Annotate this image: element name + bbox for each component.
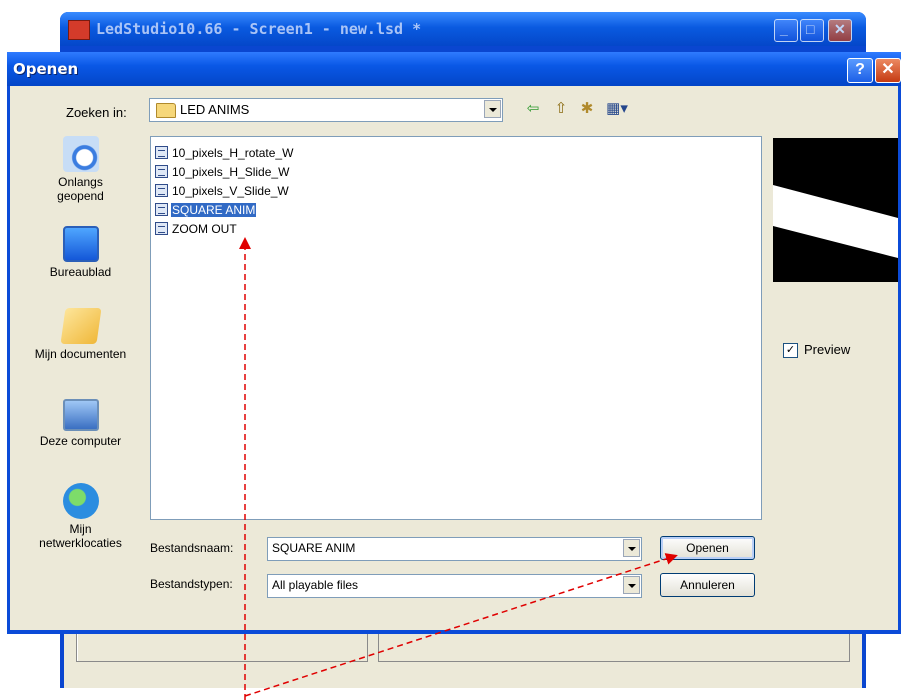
folder-icon bbox=[156, 103, 176, 118]
preview-checkbox[interactable]: ✓ bbox=[783, 343, 798, 358]
parent-window-title: LedStudio10.66 - Screen1 - new.lsd * bbox=[96, 20, 422, 38]
dialog-titlebar: Openen ? ✕ bbox=[7, 52, 901, 86]
dialog-body: Zoeken in: LED ANIMS ⇦ ⇧ ✱ ▦▾ Onlangs ge… bbox=[10, 86, 898, 630]
parent-panel-right bbox=[378, 630, 850, 662]
maximize-icon: □ bbox=[806, 21, 815, 37]
file-name: 10_pixels_H_Slide_W bbox=[172, 164, 290, 179]
filetype-dropdown[interactable]: All playable files bbox=[267, 574, 642, 598]
animation-file-icon bbox=[155, 184, 168, 197]
places-label: geopend bbox=[57, 189, 104, 203]
places-label: Mijn documenten bbox=[34, 347, 127, 361]
places-recent[interactable]: Onlangs geopend bbox=[18, 136, 143, 203]
filetype-label: Bestandstypen: bbox=[150, 577, 233, 591]
file-item-selected[interactable]: SQUARE ANIM bbox=[155, 201, 258, 218]
file-list[interactable]: 10_pixels_H_rotate_W 10_pixels_H_Slide_W… bbox=[150, 136, 762, 520]
places-my-documents[interactable]: Mijn documenten bbox=[18, 308, 143, 361]
parent-panel-left bbox=[76, 630, 368, 662]
network-places-icon bbox=[62, 483, 99, 519]
desktop-icon bbox=[62, 226, 99, 262]
preview-image bbox=[773, 185, 898, 258]
chevron-down-icon[interactable] bbox=[623, 576, 640, 594]
file-name: ZOOM OUT bbox=[172, 221, 237, 236]
close-icon: ✕ bbox=[881, 61, 895, 78]
preview-label: Preview bbox=[804, 342, 851, 357]
animation-file-icon bbox=[155, 146, 168, 159]
places-desktop[interactable]: Bureaublad bbox=[18, 226, 143, 279]
animation-file-icon bbox=[155, 222, 168, 235]
file-item[interactable]: 10_pixels_V_Slide_W bbox=[155, 182, 292, 199]
file-item[interactable]: ZOOM OUT bbox=[155, 220, 240, 237]
places-my-computer[interactable]: Deze computer bbox=[18, 399, 143, 448]
places-label: Onlangs bbox=[58, 175, 103, 189]
minimize-button[interactable]: _ bbox=[774, 19, 798, 42]
app-icon bbox=[68, 20, 90, 40]
file-item[interactable]: 10_pixels_H_rotate_W bbox=[155, 144, 296, 161]
lookin-label: Zoeken in: bbox=[66, 105, 127, 120]
places-label: netwerklocaties bbox=[39, 536, 122, 550]
animation-file-icon bbox=[155, 203, 168, 216]
my-documents-icon bbox=[59, 308, 102, 344]
places-network[interactable]: Mijn netwerklocaties bbox=[18, 483, 143, 550]
back-arrow-icon[interactable]: ⇦ bbox=[523, 99, 543, 119]
maximize-button[interactable]: □ bbox=[800, 19, 824, 42]
minimize-icon: _ bbox=[780, 21, 788, 37]
animation-file-icon bbox=[155, 165, 168, 178]
file-item[interactable]: 10_pixels_H_Slide_W bbox=[155, 163, 292, 180]
dialog-title: Openen bbox=[13, 60, 79, 78]
filename-input[interactable]: SQUARE ANIM bbox=[267, 537, 642, 561]
help-button[interactable]: ? bbox=[847, 58, 873, 83]
view-menu-icon[interactable]: ▦▾ bbox=[603, 99, 631, 119]
recent-documents-icon bbox=[62, 136, 99, 172]
filetype-value: All playable files bbox=[272, 578, 359, 592]
file-name: 10_pixels_H_rotate_W bbox=[172, 145, 294, 160]
chevron-down-icon[interactable] bbox=[484, 100, 501, 118]
file-name: 10_pixels_V_Slide_W bbox=[172, 183, 289, 198]
places-label: Deze computer bbox=[39, 434, 122, 448]
chevron-down-icon[interactable] bbox=[623, 539, 640, 557]
filename-label: Bestandsnaam: bbox=[150, 541, 234, 555]
parent-close-button[interactable]: ✕ bbox=[828, 19, 852, 42]
new-folder-icon[interactable]: ✱ bbox=[577, 99, 597, 119]
open-file-dialog: Openen ? ✕ Zoeken in: LED ANIMS ⇦ ⇧ ✱ ▦▾… bbox=[7, 52, 901, 634]
preview-pane bbox=[773, 138, 898, 282]
up-folder-icon[interactable]: ⇧ bbox=[551, 99, 571, 119]
my-computer-icon bbox=[62, 399, 99, 431]
preview-stripe bbox=[773, 185, 898, 258]
places-label: Mijn bbox=[69, 522, 92, 536]
close-icon: ✕ bbox=[834, 21, 846, 37]
filename-value: SQUARE ANIM bbox=[272, 541, 356, 555]
parent-titlebar: LedStudio10.66 - Screen1 - new.lsd * _ □… bbox=[60, 12, 866, 46]
cancel-button[interactable]: Annuleren bbox=[660, 573, 755, 597]
lookin-dropdown[interactable]: LED ANIMS bbox=[149, 98, 503, 122]
lookin-value: LED ANIMS bbox=[180, 102, 250, 117]
open-button[interactable]: Openen bbox=[660, 536, 755, 560]
help-icon: ? bbox=[855, 61, 865, 78]
places-label: Bureaublad bbox=[49, 265, 112, 279]
dialog-close-button[interactable]: ✕ bbox=[875, 58, 901, 83]
file-name: SQUARE ANIM bbox=[171, 202, 257, 217]
